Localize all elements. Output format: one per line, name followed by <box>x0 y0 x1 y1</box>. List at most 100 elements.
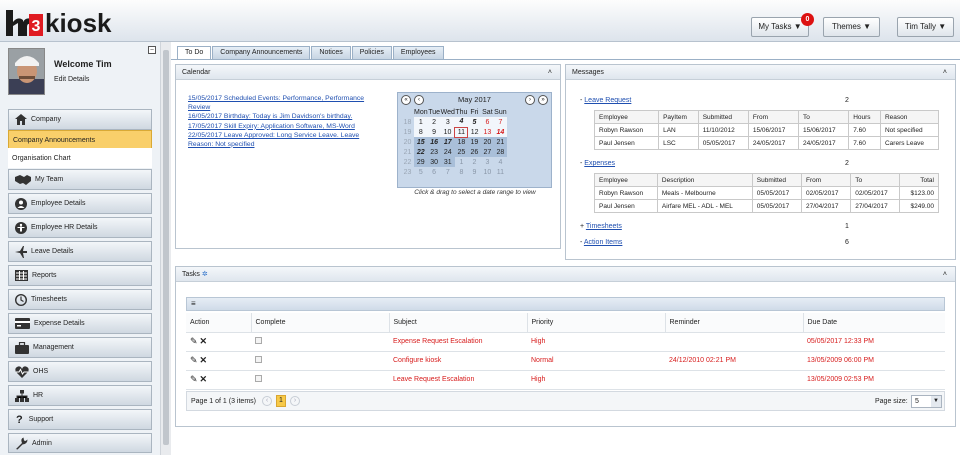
sidebar-item-support[interactable]: ? Support <box>8 409 152 430</box>
sidebar-item-organisation-chart[interactable]: Organisation Chart <box>8 148 152 168</box>
themes-button[interactable]: Themes ▼ <box>823 17 880 37</box>
calendar-day[interactable]: 18 <box>455 137 468 147</box>
timesheets-link[interactable]: Timesheets <box>586 223 622 230</box>
sidebar-item-employee-hr-details[interactable]: Employee HR Details <box>8 217 152 238</box>
calendar-day[interactable]: 27 <box>481 147 494 157</box>
table-row[interactable]: Robyn Rawson LAN 11/10/2012 15/06/2017 15/06… <box>593 123 940 137</box>
column-header[interactable]: Complete <box>251 313 390 333</box>
sidebar-item-reports[interactable]: Reports <box>8 265 152 286</box>
task-subject[interactable]: Expense Request Escalation <box>389 332 527 352</box>
calendar-day-other-month[interactable]: 9 <box>468 167 481 177</box>
column-header[interactable]: Priority <box>527 313 666 333</box>
action-items-link[interactable]: Action Items <box>584 239 623 246</box>
task-subject[interactable]: Configure kiosk <box>389 351 527 371</box>
table-row[interactable]: Paul Jensen LSC 05/05/2017 24/05/2017 24/05/… <box>593 136 940 150</box>
calendar-day[interactable]: 6 <box>481 117 494 127</box>
chevron-down-icon[interactable]: ▼ <box>931 396 941 407</box>
calendar-day[interactable]: 30 <box>428 157 441 167</box>
table-row[interactable]: Robyn Rawson Meals - Melbourne 05/05/2017 0… <box>594 186 939 200</box>
edit-pencil-icon[interactable]: ✎ <box>190 336 198 346</box>
table-row[interactable]: ✎ ✕ Leave Request Escalation High 13/05/… <box>186 370 945 390</box>
next-month-button[interactable]: › <box>525 95 535 105</box>
calendar-day[interactable]: 10 <box>441 127 455 137</box>
leave-request-link[interactable]: Leave Request <box>584 97 631 104</box>
calendar-day-other-month[interactable]: 5 <box>414 167 428 177</box>
prev-month-button[interactable]: ‹ <box>414 95 424 105</box>
sidebar-item-timesheets[interactable]: Timesheets <box>8 289 152 310</box>
delete-x-icon[interactable]: ✕ <box>200 355 208 365</box>
calendar-event-link[interactable]: 16/05/2017 Birthday: Today is Jim Davids… <box>188 113 352 120</box>
calendar-day-other-month[interactable]: 11 <box>494 167 507 177</box>
tab-policies[interactable]: Policies <box>351 46 392 60</box>
calendar-day[interactable]: 20 <box>481 137 494 147</box>
calendar-day[interactable]: 8 <box>414 127 428 137</box>
calendar-day[interactable]: 19 <box>468 137 481 147</box>
collapse-caret-icon[interactable]: ˄ <box>943 267 947 282</box>
column-header[interactable]: Subject <box>389 313 528 333</box>
calendar-day[interactable]: 4 <box>455 117 468 127</box>
menu-icon[interactable]: ≡ <box>191 299 196 308</box>
scrollbar-thumb[interactable] <box>163 50 169 445</box>
calendar-day[interactable]: 31 <box>441 157 455 167</box>
calendar-day[interactable]: 24 <box>441 147 455 157</box>
prev-year-button[interactable]: « <box>401 95 411 105</box>
complete-checkbox[interactable] <box>255 356 262 363</box>
calendar-day-other-month[interactable]: 7 <box>441 167 455 177</box>
calendar-day[interactable]: 9 <box>428 127 441 137</box>
calendar-day[interactable]: 17 <box>441 137 455 147</box>
calendar-day[interactable]: 28 <box>494 147 507 157</box>
calendar-day[interactable]: 1 <box>414 117 428 127</box>
calendar-day[interactable]: 23 <box>428 147 441 157</box>
sidebar-item-management[interactable]: Management <box>8 337 152 358</box>
calendar-day[interactable]: 14 <box>494 127 507 137</box>
calendar-day-other-month[interactable]: 2 <box>467 157 481 167</box>
table-row[interactable]: Paul Jensen Airfare MEL - ADL - MEL 05/05/… <box>594 199 939 213</box>
calendar-day-other-month[interactable]: 6 <box>428 167 441 177</box>
gear-icon[interactable]: ✲ <box>202 271 208 278</box>
tab-notices[interactable]: Notices <box>311 46 351 60</box>
complete-checkbox[interactable] <box>255 337 262 344</box>
calendar-day-other-month[interactable]: 10 <box>481 167 494 177</box>
user-menu-button[interactable]: Tim Tally ▼ <box>897 17 954 37</box>
sidebar-scrollbar[interactable] <box>160 42 171 455</box>
calendar-day-other-month[interactable]: 8 <box>455 167 468 177</box>
calendar-day-other-month[interactable]: 4 <box>493 157 507 167</box>
calendar-day[interactable]: 29 <box>414 157 428 167</box>
sidebar-item-expense-details[interactable]: Expense Details <box>8 313 152 334</box>
calendar-day[interactable]: 15 <box>414 137 428 147</box>
calendar-day[interactable]: 22 <box>414 147 428 157</box>
calendar-day-other-month[interactable]: 1 <box>454 157 468 167</box>
next-page-button[interactable]: › <box>290 396 300 406</box>
calendar-day[interactable]: 26 <box>468 147 481 157</box>
delete-x-icon[interactable]: ✕ <box>200 374 208 384</box>
sidebar-item-hr[interactable]: HR <box>8 385 152 406</box>
calendar-day[interactable]: 13 <box>481 127 494 137</box>
calendar-day-today[interactable]: 11 <box>454 126 469 138</box>
calendar-day[interactable]: 2 <box>428 117 441 127</box>
delete-x-icon[interactable]: ✕ <box>200 336 208 346</box>
edit-pencil-icon[interactable]: ✎ <box>190 355 198 365</box>
calendar-event-link[interactable]: 22/05/2017 Leave Approved: Long Service … <box>188 132 359 148</box>
tab-company-announcements[interactable]: Company Announcements <box>212 46 311 60</box>
column-header[interactable]: Due Date <box>803 313 945 333</box>
sidebar-item-ohs[interactable]: OHS <box>8 361 152 382</box>
tab-employees[interactable]: Employees <box>392 46 444 60</box>
sidebar-item-company[interactable]: Company <box>8 109 152 130</box>
expenses-link[interactable]: Expenses <box>584 160 615 167</box>
collapse-caret-icon[interactable]: ˄ <box>943 65 947 80</box>
calendar-event-link[interactable]: 15/05/2017 Scheduled Events: Performance… <box>188 95 364 111</box>
calendar-day[interactable]: 21 <box>494 137 507 147</box>
calendar-day-other-month[interactable]: 3 <box>480 157 494 167</box>
column-header[interactable]: Action <box>186 313 252 333</box>
edit-details-link[interactable]: Edit Details <box>54 76 89 83</box>
next-year-button[interactable]: » <box>538 95 548 105</box>
calendar-day[interactable]: 12 <box>468 127 481 137</box>
table-row[interactable]: ✎ ✕ Configure kiosk Normal 24/12/2010 02… <box>186 351 945 371</box>
sidebar-item-employee-details[interactable]: Employee Details <box>8 193 152 214</box>
tab-to-do[interactable]: To Do <box>177 46 212 60</box>
prev-page-button[interactable]: ‹ <box>262 396 272 406</box>
sidebar-item-leave-details[interactable]: Leave Details <box>8 241 152 262</box>
calendar-day[interactable]: 25 <box>455 147 468 157</box>
edit-pencil-icon[interactable]: ✎ <box>190 374 198 384</box>
collapse-caret-icon[interactable]: ˄ <box>548 65 552 80</box>
